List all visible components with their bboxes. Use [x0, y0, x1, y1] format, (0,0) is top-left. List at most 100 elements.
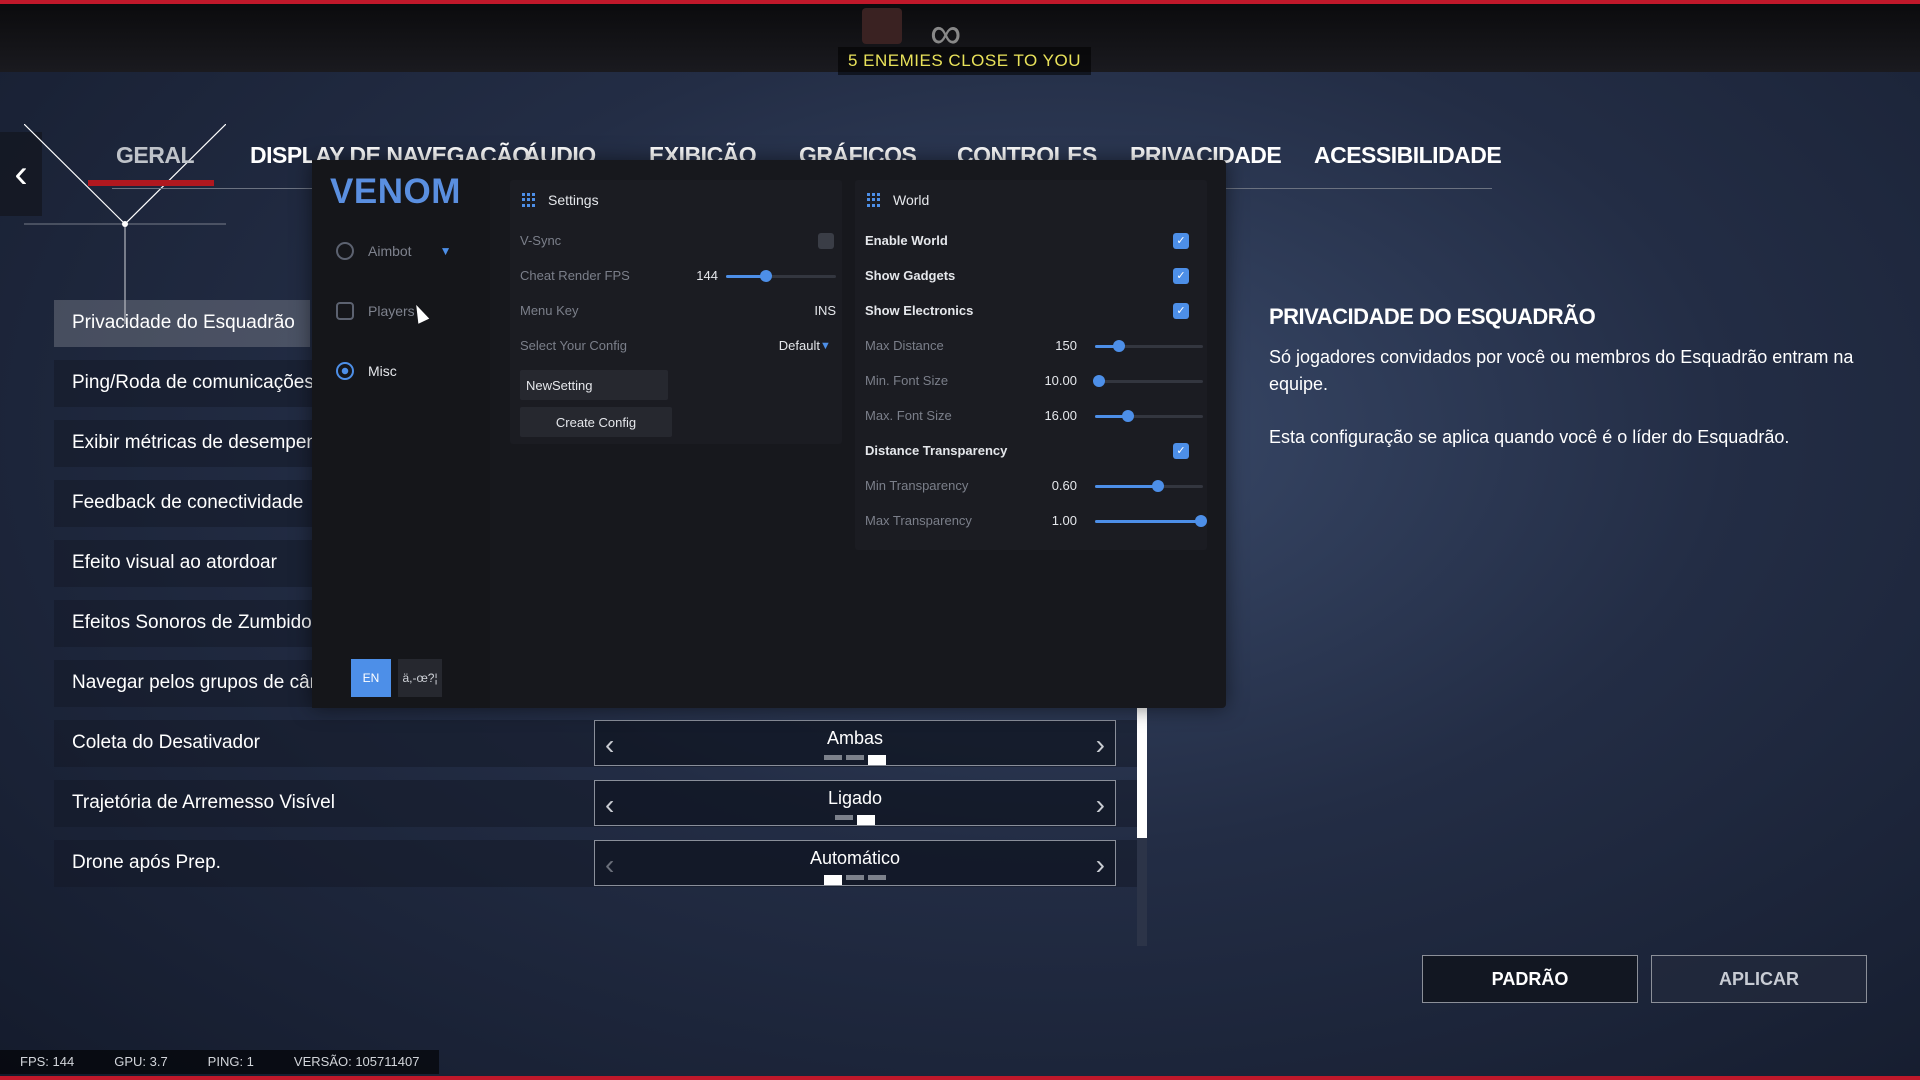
option-selector: ‹ Automático ›	[594, 840, 1116, 886]
description-text: Só jogadores convidados por você ou memb…	[1269, 347, 1854, 394]
slider-fill	[1095, 485, 1158, 488]
grid-icon	[867, 193, 881, 207]
nav-aimbot[interactable]: Aimbot ▼	[336, 242, 451, 260]
list-item-label: Exibir métricas de desempenh	[72, 432, 328, 453]
ping-readout: PING: 1	[207, 1054, 254, 1069]
max-font-label: Max. Font Size	[865, 408, 952, 423]
enable-world-checkbox[interactable]: ✓	[1173, 233, 1189, 249]
vsync-label: V-Sync	[520, 233, 562, 248]
list-item-label: Navegar pelos grupos de câm	[72, 672, 326, 693]
world-panel: World Enable World ✓ Show Gadgets ✓ Show…	[855, 180, 1207, 550]
max-font-slider[interactable]	[1095, 410, 1203, 422]
show-gadgets-checkbox[interactable]: ✓	[1173, 268, 1189, 284]
default-button[interactable]: PADRÃO	[1422, 955, 1638, 1003]
active-tab-indicator	[88, 180, 214, 186]
fps-readout: FPS: 144	[20, 1054, 75, 1069]
operator-icon	[862, 8, 902, 44]
option-pips	[595, 755, 1115, 765]
language-en-button[interactable]: EN	[351, 659, 391, 697]
tab-geral[interactable]: GERAL	[116, 142, 195, 169]
distance-transparency-checkbox[interactable]: ✓	[1173, 443, 1189, 459]
status-footer: FPS: 144 GPU: 3.7 PING: 1 VERSÃO: 105711…	[0, 1050, 440, 1074]
apply-button[interactable]: APLICAR	[1651, 955, 1867, 1003]
min-transparency-slider[interactable]	[1095, 480, 1203, 492]
list-item[interactable]: Privacidade do Esquadrão	[54, 300, 310, 347]
tab-acessibilidade[interactable]: ACESSIBILIDADE	[1314, 142, 1502, 169]
version-readout: VERSÃO: 105711407	[293, 1054, 420, 1069]
show-electronics-checkbox[interactable]: ✓	[1173, 303, 1189, 319]
slider-knob[interactable]	[759, 270, 772, 282]
slider-knob[interactable]	[1093, 375, 1106, 387]
list-item-label: Efeito visual ao atordoar	[72, 552, 277, 573]
scrollbar-thumb[interactable]	[1137, 708, 1147, 838]
option-selector: ‹ Ligado ›	[594, 780, 1116, 826]
new-setting-input[interactable]: NewSetting	[520, 370, 668, 400]
create-config-button[interactable]: Create Config	[520, 407, 672, 437]
list-item-label: Efeitos Sonoros de Zumbido	[72, 612, 312, 633]
option-pip	[846, 875, 864, 880]
min-font-label: Min. Font Size	[865, 373, 949, 388]
option-pip	[846, 755, 864, 760]
option-pip	[868, 875, 886, 880]
settings-title: Settings	[548, 192, 599, 208]
show-electronics-label: Show Electronics	[865, 303, 974, 318]
option-pips	[595, 875, 1115, 885]
description-title: PRIVACIDADE DO ESQUADRÃO	[1269, 304, 1596, 329]
world-title: World	[893, 192, 930, 208]
settings-panel-header: Settings	[522, 192, 599, 208]
max-distance-label: Max Distance	[865, 338, 944, 353]
config-label: Select Your Config	[520, 338, 627, 353]
world-panel-header: World	[867, 192, 929, 208]
option-pip	[824, 875, 842, 885]
max-distance-slider[interactable]	[1095, 340, 1203, 352]
option-selector: ‹ Ambas ›	[594, 720, 1116, 766]
slider-knob[interactable]	[1151, 480, 1164, 492]
enable-world-label: Enable World	[865, 233, 948, 248]
gpu-readout: GPU: 3.7	[114, 1054, 168, 1069]
description-panel: PRIVACIDADE DO ESQUADRÃO Só jogadores co…	[1269, 304, 1869, 477]
slider-fill	[1095, 520, 1201, 523]
nav-players[interactable]: Players	[336, 302, 415, 320]
list-item-label: Coleta do Desativador	[72, 732, 260, 753]
language-alt-button[interactable]: ä,-œ?¦	[398, 659, 442, 697]
user-gear-icon	[336, 302, 354, 320]
list-item[interactable]: Drone após Prep. ‹ Automático ›	[54, 840, 1144, 887]
max-distance-value: 150	[1055, 338, 1077, 353]
list-scrollbar[interactable]	[1137, 708, 1147, 946]
slider-knob[interactable]	[1122, 410, 1135, 422]
option-pip	[824, 755, 842, 760]
list-item-label: Privacidade do Esquadrão	[72, 312, 295, 333]
slider-knob[interactable]	[1194, 515, 1207, 527]
fps-slider[interactable]	[726, 270, 836, 282]
max-transparency-slider[interactable]	[1095, 515, 1207, 527]
fps-label: Cheat Render FPS	[520, 268, 630, 283]
min-font-slider[interactable]	[1093, 375, 1203, 387]
list-item[interactable]: Trajetória de Arremesso Visível ‹ Ligado…	[54, 780, 1144, 827]
slider-knob[interactable]	[1112, 340, 1125, 352]
option-pip	[835, 815, 853, 820]
list-item-label: Trajetória de Arremesso Visível	[72, 792, 335, 813]
nav-misc[interactable]: Misc	[336, 362, 397, 380]
option-value: Automático	[809, 848, 901, 868]
description-note: Esta configuração se aplica quando você …	[1269, 427, 1790, 447]
min-font-value: 10.00	[1044, 373, 1077, 388]
eye-icon	[336, 362, 354, 380]
config-select[interactable]: Default	[730, 338, 820, 353]
nav-misc-label: Misc	[368, 363, 397, 379]
grid-icon	[522, 193, 536, 207]
menu-key-value[interactable]: INS	[760, 303, 836, 318]
vsync-checkbox[interactable]	[818, 233, 834, 249]
nav-players-label: Players	[368, 303, 415, 319]
option-value: Ligado	[827, 788, 883, 808]
list-item-label: Feedback de conectividade	[72, 492, 304, 513]
bottom-border	[0, 1076, 1920, 1080]
chevron-down-icon[interactable]: ▼	[820, 340, 831, 352]
list-item[interactable]: Coleta do Desativador ‹ Ambas ›	[54, 720, 1144, 767]
show-gadgets-label: Show Gadgets	[865, 268, 956, 283]
menu-sidebar: VENOM Aimbot ▼ Players Misc EN ä,-œ?¦	[312, 160, 490, 708]
menu-logo: VENOM	[330, 172, 461, 211]
enemy-alert: 5 ENEMIES CLOSE TO YOU	[838, 47, 1092, 75]
menu-key-label: Menu Key	[520, 303, 579, 318]
max-transparency-value: 1.00	[1051, 513, 1077, 528]
fps-value: 144	[696, 268, 718, 283]
